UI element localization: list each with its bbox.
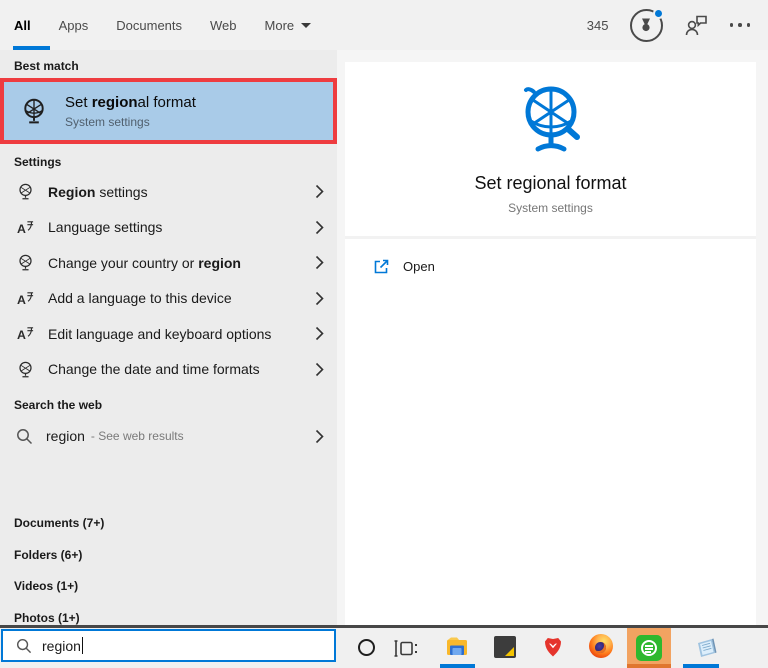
- feedback-icon[interactable]: [684, 14, 709, 37]
- web-query: region: [46, 428, 85, 444]
- settings-item-edit-language-keyboard[interactable]: A Edit language and keyboard options: [0, 316, 337, 352]
- trophy-icon[interactable]: [629, 7, 664, 42]
- chevron-right-icon: [315, 429, 324, 444]
- medal-glyph: [642, 18, 650, 32]
- best-match-heading: Best match: [14, 59, 79, 73]
- preview-subtitle: System settings: [508, 201, 593, 215]
- search-input[interactable]: region: [1, 629, 336, 662]
- chevron-right-icon: [315, 184, 324, 199]
- search-value: region: [42, 637, 81, 654]
- svg-text:A: A: [16, 293, 25, 307]
- preview-panel: Set regional format System settings Open: [345, 62, 756, 625]
- more-options-icon[interactable]: [729, 23, 750, 27]
- settings-item-change-country[interactable]: Change your country or region: [0, 245, 337, 281]
- firefox-icon[interactable]: [589, 634, 613, 658]
- tab-more[interactable]: More: [265, 18, 312, 33]
- chevron-right-icon: [315, 326, 324, 341]
- globe-icon: [15, 182, 35, 202]
- tab-web[interactable]: Web: [210, 18, 237, 33]
- taskbar: region: [0, 628, 768, 668]
- language-icon: A: [15, 324, 35, 344]
- file-explorer-icon[interactable]: [445, 635, 469, 659]
- rewards-points-count: 345: [586, 17, 609, 33]
- best-match-text: Set regional format System settings: [65, 94, 196, 129]
- settings-item-region-settings[interactable]: Region settings: [0, 174, 337, 210]
- section-folders[interactable]: Folders (6+): [14, 540, 324, 570]
- globe-icon-large: [523, 86, 580, 152]
- section-videos[interactable]: Videos (1+): [14, 571, 324, 601]
- svg-text:A: A: [16, 328, 25, 342]
- notepad-icon[interactable]: [694, 635, 719, 660]
- search-header: All Apps Documents Web More 345: [0, 0, 768, 50]
- header-actions: 345: [587, 0, 750, 50]
- globe-icon: [24, 98, 44, 124]
- chevron-right-icon: [315, 291, 324, 306]
- best-match-subtitle: System settings: [65, 114, 150, 129]
- chevron-right-icon: [315, 220, 324, 235]
- language-icon: A: [15, 288, 35, 308]
- search-icon: [16, 428, 33, 445]
- windows-search-flyout: All Apps Documents Web More 345 Best mat…: [0, 0, 768, 668]
- section-documents[interactable]: Documents (7+): [14, 508, 324, 538]
- annotation-red-box: Set regional format System settings: [0, 78, 337, 144]
- divider: [345, 236, 756, 239]
- task-view-icon[interactable]: [394, 640, 418, 657]
- chevron-right-icon: [315, 362, 324, 377]
- preview-title: Set regional format: [474, 173, 627, 193]
- globe-icon: [15, 359, 35, 379]
- language-icon: A: [15, 217, 35, 237]
- settings-item-language-settings[interactable]: A Language settings: [0, 210, 337, 246]
- web-hint: - See web results: [90, 429, 184, 443]
- filter-tabs: All Apps Documents Web More: [14, 0, 312, 50]
- tab-apps[interactable]: Apps: [59, 18, 89, 33]
- open-action[interactable]: Open: [345, 248, 756, 284]
- web-search-result[interactable]: region - See web results: [0, 418, 337, 454]
- open-label: Open: [403, 258, 435, 274]
- open-external-icon: [373, 258, 390, 275]
- running-indicator: [683, 664, 719, 668]
- text-caret: [81, 637, 83, 654]
- notification-dot: [652, 7, 664, 19]
- running-indicator: [440, 664, 475, 668]
- settings-item-date-time-formats[interactable]: Change the date and time formats: [0, 352, 337, 388]
- results-panel: Best match Set regional format System se…: [0, 50, 337, 625]
- greenshot-icon: [636, 635, 662, 661]
- best-match-item[interactable]: Set regional format System settings: [4, 82, 333, 140]
- chevron-down-icon: [301, 22, 312, 28]
- tab-more-label: More: [264, 17, 295, 33]
- greenshot-taskbar-highlight[interactable]: [627, 628, 671, 668]
- best-match-title: Set regional format: [65, 93, 196, 111]
- globe-icon: [15, 253, 35, 273]
- search-web-heading: Search the web: [14, 398, 103, 412]
- cortana-icon[interactable]: [358, 639, 375, 656]
- chevron-right-icon: [315, 255, 324, 270]
- tab-documents[interactable]: Documents: [116, 18, 182, 33]
- svg-text:A: A: [16, 222, 25, 236]
- settings-results: Region settings A Language settings Chan…: [0, 174, 337, 387]
- brave-icon[interactable]: [541, 634, 565, 658]
- search-icon: [16, 638, 32, 654]
- settings-item-add-language[interactable]: A Add a language to this device: [0, 281, 337, 317]
- settings-heading: Settings: [14, 155, 62, 169]
- tab-all[interactable]: All: [14, 18, 31, 33]
- code-app-icon[interactable]: [494, 636, 516, 658]
